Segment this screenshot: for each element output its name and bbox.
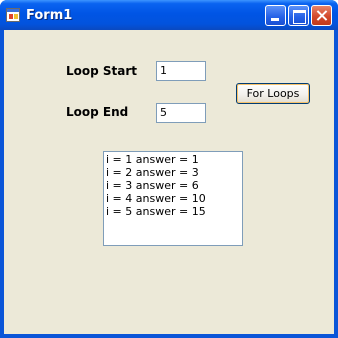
list-item[interactable]: i = 4 answer = 10: [106, 192, 240, 205]
loop-start-label: Loop Start: [66, 64, 138, 78]
loop-end-label: Loop End: [66, 105, 129, 119]
form-client-area: Loop Start 1 For Loops Loop End 5 i = 1 …: [4, 30, 334, 334]
list-item[interactable]: i = 1 answer = 1: [106, 153, 240, 166]
close-button[interactable]: [311, 5, 332, 26]
for-loops-button[interactable]: For Loops: [236, 83, 310, 104]
maximize-button[interactable]: [288, 5, 309, 26]
loop-end-input[interactable]: 5: [156, 103, 206, 123]
minimize-button[interactable]: [265, 5, 286, 26]
title-bar[interactable]: Form1: [0, 0, 338, 30]
list-item[interactable]: i = 2 answer = 3: [106, 166, 240, 179]
list-item[interactable]: i = 3 answer = 6: [106, 179, 240, 192]
list-item[interactable]: i = 5 answer = 15: [106, 205, 240, 218]
loop-start-input[interactable]: 1: [156, 61, 206, 81]
form-app-icon[interactable]: [6, 8, 20, 22]
window-title: Form1: [26, 8, 73, 23]
results-listbox[interactable]: i = 1 answer = 1 i = 2 answer = 3 i = 3 …: [103, 151, 243, 246]
form-window: Form1 Loop Start 1 For Loops Loop End 5 …: [0, 0, 338, 338]
